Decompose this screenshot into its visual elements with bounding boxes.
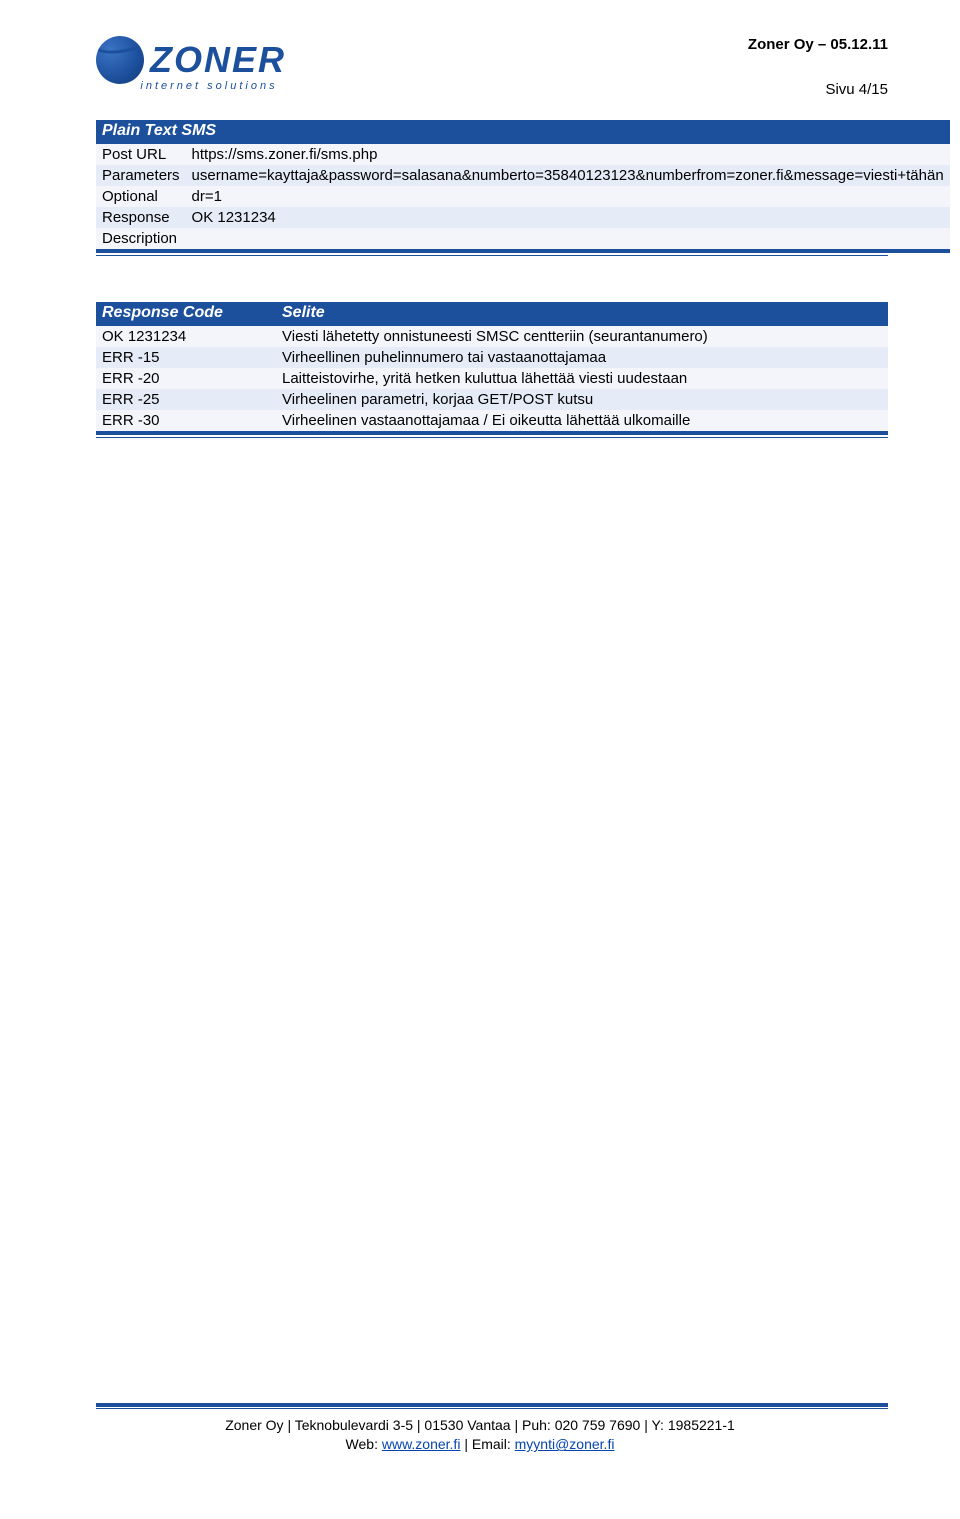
table-row: ERR -30 Virheelinen vastaanottajamaa / E… (96, 410, 888, 431)
company-logo: ZONER internet solutions (96, 36, 286, 92)
row-value (186, 228, 950, 249)
response-desc: Viesti lähetetty onnistuneesti SMSC cent… (276, 325, 888, 347)
response-code: ERR -20 (96, 368, 276, 389)
table-row: ERR -15 Virheellinen puhelinnumero tai v… (96, 347, 888, 368)
table-row: Optional dr=1 (96, 186, 950, 207)
footer-line1: Zoner Oy | Teknobulevardi 3-5 | 01530 Va… (0, 1416, 960, 1436)
globe-icon (96, 36, 144, 84)
row-value: OK 1231234 (186, 207, 950, 228)
table-row: ERR -25 Virheelinen parametri, korjaa GE… (96, 389, 888, 410)
response-code: ERR -15 (96, 347, 276, 368)
response-desc: Virheelinen vastaanottajamaa / Ei oikeut… (276, 410, 888, 431)
table-row: Response OK 1231234 (96, 207, 950, 228)
logo-subtitle: internet solutions (140, 80, 277, 92)
row-label: Parameters (96, 165, 186, 186)
page-footer: Zoner Oy | Teknobulevardi 3-5 | 01530 Va… (0, 1416, 960, 1455)
table2-head-desc: Selite (276, 302, 888, 325)
footer-email-link[interactable]: myynti@zoner.fi (515, 1436, 615, 1452)
row-label: Response (96, 207, 186, 228)
response-desc: Laitteistovirhe, yritä hetken kuluttua l… (276, 368, 888, 389)
row-value: dr=1 (186, 186, 950, 207)
table-row: Post URL https://sms.zoner.fi/sms.php (96, 143, 950, 165)
table-row: ERR -20 Laitteistovirhe, yritä hetken ku… (96, 368, 888, 389)
footer-rule (96, 1403, 888, 1409)
page-header: ZONER internet solutions Zoner Oy – 05.1… (96, 36, 888, 98)
plain-text-sms-table: Plain Text SMS Post URL https://sms.zone… (96, 120, 950, 253)
response-code: ERR -25 (96, 389, 276, 410)
table-row: OK 1231234 Viesti lähetetty onnistuneest… (96, 325, 888, 347)
page-number: Sivu 4/15 (748, 81, 888, 98)
response-desc: Virheelinen parametri, korjaa GET/POST k… (276, 389, 888, 410)
table-row: Description (96, 228, 950, 249)
row-value: https://sms.zoner.fi/sms.php (186, 143, 950, 165)
logo-word: ZONER (150, 39, 286, 81)
footer-line2: Web: www.zoner.fi | Email: myynti@zoner.… (0, 1435, 960, 1455)
row-value: username=kayttaja&password=salasana&numb… (186, 165, 950, 186)
response-code: OK 1231234 (96, 325, 276, 347)
footer-web-link[interactable]: www.zoner.fi (382, 1436, 461, 1452)
row-label: Post URL (96, 143, 186, 165)
response-code: ERR -30 (96, 410, 276, 431)
row-label: Description (96, 228, 186, 249)
table2-head-code: Response Code (96, 302, 276, 325)
response-code-table: Response Code Selite OK 1231234 Viesti l… (96, 302, 888, 435)
company-date: Zoner Oy – 05.12.11 (748, 36, 888, 53)
table1-title: Plain Text SMS (96, 120, 950, 143)
row-label: Optional (96, 186, 186, 207)
table-row: Parameters username=kayttaja&password=sa… (96, 165, 950, 186)
response-desc: Virheellinen puhelinnumero tai vastaanot… (276, 347, 888, 368)
